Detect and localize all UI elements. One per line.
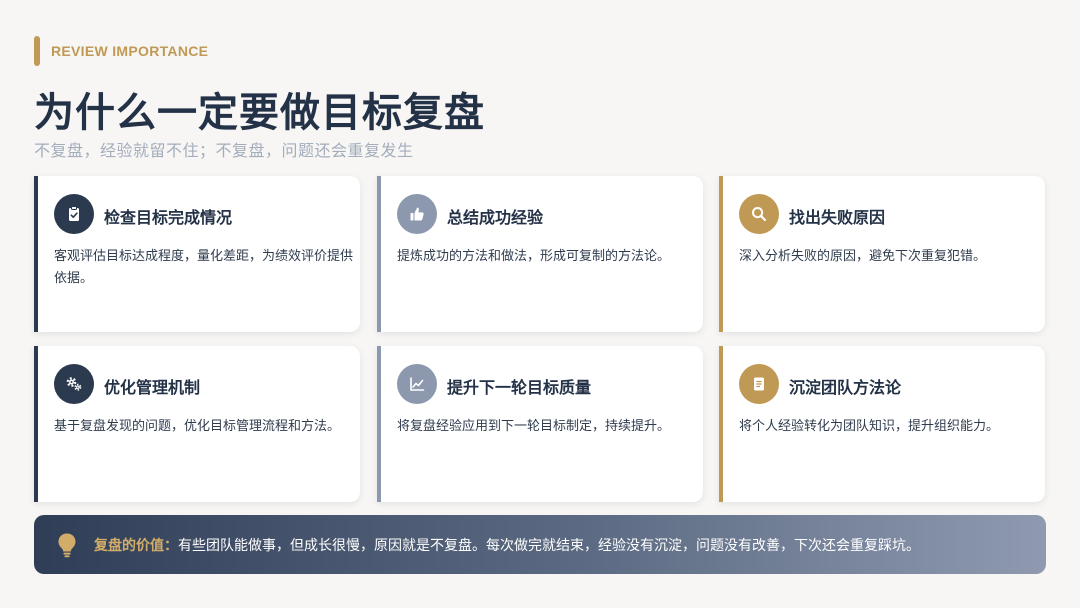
thumbs-up-icon (397, 194, 437, 234)
slide: REVIEW IMPORTANCE 为什么一定要做目标复盘 不复盘，经验就留不住… (0, 0, 1080, 608)
card-description: 将复盘经验应用到下一轮目标制定，持续提升。 (397, 419, 671, 434)
value-banner: 复盘的价值： 有些团队能做事，但成长很慢，原因就是不复盘。每次做完就结束，经验没… (34, 515, 1046, 574)
card-description: 提炼成功的方法和做法，形成可复制的方法论。 (397, 249, 671, 264)
banner-label: 复盘的价值： (94, 537, 178, 554)
card-title: 找出失败原因 (789, 208, 886, 227)
card-improve-next-goal: 提升下一轮目标质量 将复盘经验应用到下一轮目标制定，持续提升。 (377, 346, 703, 502)
search-icon (739, 194, 779, 234)
card-title: 总结成功经验 (447, 208, 544, 227)
chart-line-icon (397, 364, 437, 404)
page-subtitle: 不复盘，经验就留不住；不复盘，问题还会重复发生 (34, 141, 414, 160)
card-summarize-success: 总结成功经验 提炼成功的方法和做法，形成可复制的方法论。 (377, 176, 703, 332)
banner-text: 有些团队能做事，但成长很慢，原因就是不复盘。每次做完就结束，经验没有沉淀，问题没… (178, 537, 920, 554)
card-team-methodology: 沉淀团队方法论 将个人经验转化为团队知识，提升组织能力。 (719, 346, 1045, 502)
page-title: 为什么一定要做目标复盘 (34, 90, 485, 136)
card-check-goal: 检查目标完成情况 客观评估目标达成程度，量化差距，为绩效评价提供依据。 (34, 176, 360, 332)
card-title: 优化管理机制 (104, 378, 201, 397)
clipboard-check-icon (54, 194, 94, 234)
card-title: 提升下一轮目标质量 (447, 378, 592, 397)
card-optimize-mechanism: 优化管理机制 基于复盘发现的问题，优化目标管理流程和方法。 (34, 346, 360, 502)
eyebrow: REVIEW IMPORTANCE (34, 36, 208, 66)
eyebrow-accent-bar (34, 36, 40, 66)
card-title: 检查目标完成情况 (104, 208, 233, 227)
card-find-failure-cause: 找出失败原因 深入分析失败的原因，避免下次重复犯错。 (719, 176, 1045, 332)
card-description: 深入分析失败的原因，避免下次重复犯错。 (739, 249, 987, 264)
card-title: 沉淀团队方法论 (789, 378, 902, 397)
card-description: 基于复盘发现的问题，优化目标管理流程和方法。 (54, 419, 341, 434)
card-description: 客观评估目标达成程度，量化差距，为绩效评价提供依据。 (54, 249, 354, 286)
eyebrow-label: REVIEW IMPORTANCE (51, 43, 209, 59)
lightbulb-icon (58, 533, 76, 557)
document-icon (739, 364, 779, 404)
card-description: 将个人经验转化为团队知识，提升组织能力。 (739, 419, 1000, 434)
gears-icon (54, 364, 94, 404)
